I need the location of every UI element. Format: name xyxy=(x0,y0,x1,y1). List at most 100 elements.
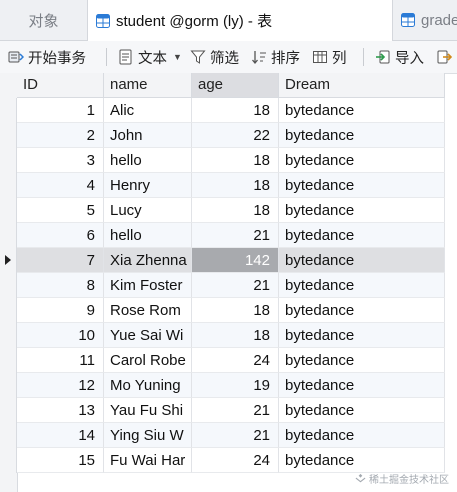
tab-objects[interactable]: 对象 xyxy=(0,0,88,40)
row-marker[interactable] xyxy=(0,248,17,273)
cell-id[interactable]: 10 xyxy=(17,323,104,348)
row-marker[interactable] xyxy=(0,98,17,123)
row-marker[interactable] xyxy=(0,373,17,398)
cell-age[interactable]: 19 xyxy=(192,373,279,398)
cell-dream[interactable]: bytedance xyxy=(279,248,445,273)
cell-age[interactable]: 18 xyxy=(192,198,279,223)
row-marker[interactable] xyxy=(0,173,17,198)
cell-id[interactable]: 6 xyxy=(17,223,104,248)
cell-age[interactable]: 18 xyxy=(192,98,279,123)
table-row[interactable]: 4 Henry 18 bytedance xyxy=(0,173,457,198)
cell-name[interactable]: Lucy xyxy=(104,198,192,223)
cell-dream[interactable]: bytedance xyxy=(279,398,445,423)
cell-name[interactable]: Yue Sai Wi xyxy=(104,323,192,348)
row-marker[interactable] xyxy=(0,123,17,148)
import-button[interactable]: 导入 xyxy=(375,41,424,73)
cell-dream[interactable]: bytedance xyxy=(279,348,445,373)
row-marker[interactable] xyxy=(0,273,17,298)
column-header-age[interactable]: age xyxy=(192,73,279,97)
cell-age[interactable]: 21 xyxy=(192,423,279,448)
cell-id[interactable]: 1 xyxy=(17,98,104,123)
cell-name[interactable]: Alic xyxy=(104,98,192,123)
cell-name[interactable]: Fu Wai Har xyxy=(104,448,192,473)
columns-button[interactable]: 列 xyxy=(312,41,347,73)
cell-dream[interactable]: bytedance xyxy=(279,298,445,323)
cell-id[interactable]: 9 xyxy=(17,298,104,323)
cell-id[interactable]: 12 xyxy=(17,373,104,398)
cell-id[interactable]: 15 xyxy=(17,448,104,473)
cell-dream[interactable]: bytedance xyxy=(279,273,445,298)
row-marker[interactable] xyxy=(0,423,17,448)
cell-name[interactable]: Henry xyxy=(104,173,192,198)
cell-age[interactable]: 18 xyxy=(192,323,279,348)
begin-transaction-button[interactable]: 开始事务 xyxy=(8,41,86,73)
cell-age[interactable]: 142 xyxy=(192,248,279,273)
cell-age[interactable]: 22 xyxy=(192,123,279,148)
cell-id[interactable]: 4 xyxy=(17,173,104,198)
sort-button[interactable]: 排序 xyxy=(251,41,300,73)
cell-dream[interactable]: bytedance xyxy=(279,323,445,348)
row-marker[interactable] xyxy=(0,148,17,173)
row-marker[interactable] xyxy=(0,298,17,323)
cell-id[interactable]: 2 xyxy=(17,123,104,148)
cell-name[interactable]: Yau Fu Shi xyxy=(104,398,192,423)
cell-name[interactable]: Ying Siu W xyxy=(104,423,192,448)
row-marker[interactable] xyxy=(0,198,17,223)
cell-id[interactable]: 5 xyxy=(17,198,104,223)
text-view-button[interactable]: 文本 ▼ xyxy=(118,41,182,73)
cell-dream[interactable]: bytedance xyxy=(279,373,445,398)
cell-name[interactable]: hello xyxy=(104,148,192,173)
row-marker[interactable] xyxy=(0,398,17,423)
table-row[interactable]: 8 Kim Foster 21 bytedance xyxy=(0,273,457,298)
table-row[interactable]: 10 Yue Sai Wi 18 bytedance xyxy=(0,323,457,348)
cell-name[interactable]: Mo Yuning xyxy=(104,373,192,398)
table-row[interactable]: 12 Mo Yuning 19 bytedance xyxy=(0,373,457,398)
table-row[interactable]: 15 Fu Wai Har 24 bytedance xyxy=(0,448,457,473)
table-row[interactable]: 7 Xia Zhenna 142 bytedance xyxy=(0,248,457,273)
column-header-dream[interactable]: Dream xyxy=(279,73,445,97)
tab-grade-table[interactable]: grade xyxy=(393,0,457,40)
filter-button[interactable]: 筛选 xyxy=(190,41,239,73)
cell-name[interactable]: Carol Robe xyxy=(104,348,192,373)
column-header-name[interactable]: name xyxy=(104,73,192,97)
cell-dream[interactable]: bytedance xyxy=(279,148,445,173)
table-row[interactable]: 2 John 22 bytedance xyxy=(0,123,457,148)
cell-name[interactable]: Xia Zhenna xyxy=(104,248,192,273)
cell-age[interactable]: 24 xyxy=(192,448,279,473)
cell-id[interactable]: 8 xyxy=(17,273,104,298)
cell-id[interactable]: 11 xyxy=(17,348,104,373)
export-button[interactable] xyxy=(436,41,456,73)
table-row[interactable]: 6 hello 21 bytedance xyxy=(0,223,457,248)
table-row[interactable]: 11 Carol Robe 24 bytedance xyxy=(0,348,457,373)
table-row[interactable]: 9 Rose Rom 18 bytedance xyxy=(0,298,457,323)
cell-age[interactable]: 18 xyxy=(192,173,279,198)
tab-student-table[interactable]: student @gorm (ly) - 表 xyxy=(88,0,393,41)
cell-name[interactable]: hello xyxy=(104,223,192,248)
table-row[interactable]: 13 Yau Fu Shi 21 bytedance xyxy=(0,398,457,423)
row-marker[interactable] xyxy=(0,448,17,473)
cell-dream[interactable]: bytedance xyxy=(279,448,445,473)
column-header-id[interactable]: ID xyxy=(17,73,104,97)
row-marker[interactable] xyxy=(0,323,17,348)
cell-dream[interactable]: bytedance xyxy=(279,198,445,223)
cell-dream[interactable]: bytedance xyxy=(279,98,445,123)
cell-dream[interactable]: bytedance xyxy=(279,123,445,148)
cell-id[interactable]: 14 xyxy=(17,423,104,448)
cell-age[interactable]: 18 xyxy=(192,298,279,323)
cell-age[interactable]: 21 xyxy=(192,273,279,298)
row-marker[interactable] xyxy=(0,348,17,373)
table-row[interactable]: 3 hello 18 bytedance xyxy=(0,148,457,173)
table-row[interactable]: 1 Alic 18 bytedance xyxy=(0,98,457,123)
cell-age[interactable]: 21 xyxy=(192,223,279,248)
cell-age[interactable]: 21 xyxy=(192,398,279,423)
row-marker[interactable] xyxy=(0,223,17,248)
cell-dream[interactable]: bytedance xyxy=(279,173,445,198)
table-row[interactable]: 5 Lucy 18 bytedance xyxy=(0,198,457,223)
cell-age[interactable]: 24 xyxy=(192,348,279,373)
cell-id[interactable]: 7 xyxy=(17,248,104,273)
cell-name[interactable]: Rose Rom xyxy=(104,298,192,323)
data-grid[interactable]: ID name age Dream 1 Alic 18 bytedance 2 John 2… xyxy=(0,73,457,492)
cell-id[interactable]: 13 xyxy=(17,398,104,423)
chevron-down-icon[interactable]: ▼ xyxy=(173,52,182,62)
table-row[interactable]: 14 Ying Siu W 21 bytedance xyxy=(0,423,457,448)
